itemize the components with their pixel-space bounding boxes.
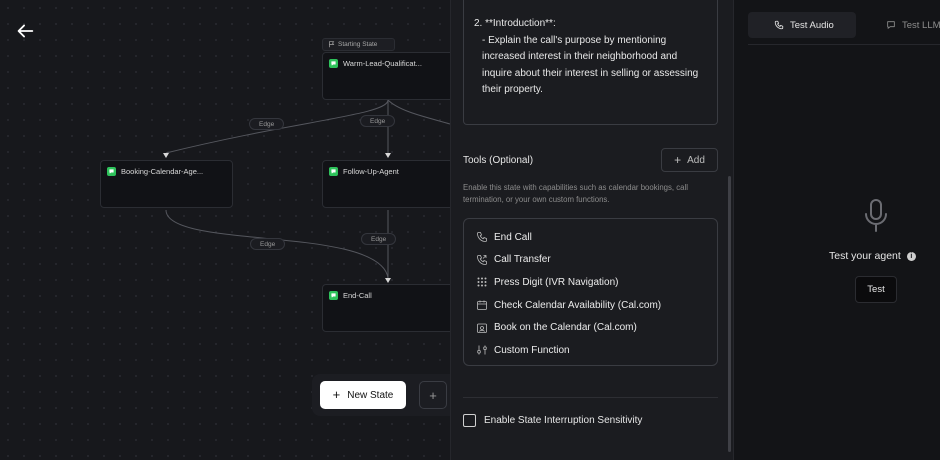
interruption-sensitivity-label: Enable State Interruption Sensitivity — [484, 415, 643, 426]
tabs-underline — [748, 44, 940, 45]
tool-label: Book on the Calendar (Cal.com) — [494, 322, 637, 334]
chat-bubble-icon — [329, 59, 338, 68]
edge-label[interactable]: Edge — [249, 118, 285, 130]
state-node-warm-lead[interactable]: Warm-Lead-Qualificat... — [322, 52, 450, 100]
divider — [463, 397, 718, 398]
canvas-toolbar: + New State + — [312, 374, 450, 416]
tab-label: Test LLM — [902, 19, 940, 31]
add-tool-label: Add — [687, 154, 705, 166]
interruption-sensitivity-checkbox[interactable] — [463, 414, 476, 427]
node-label: Follow-Up-Agent — [343, 167, 399, 176]
prompt-heading: 2. **Introduction**: — [474, 18, 556, 29]
new-state-button[interactable]: + New State — [320, 381, 406, 409]
phone-icon — [774, 20, 784, 30]
chat-bubble-icon — [329, 167, 338, 176]
test-tabs: Test Audio Test LLM — [748, 12, 940, 38]
starting-state-label: Starting State — [338, 41, 378, 48]
calendar-book-icon — [477, 323, 487, 333]
tool-label: Check Calendar Availability (Cal.com) — [494, 299, 662, 311]
tool-label: End Call — [494, 231, 532, 243]
new-state-label: New State — [347, 389, 394, 401]
tool-call-transfer[interactable]: Call Transfer — [476, 249, 717, 272]
tools-title: Tools (Optional) — [463, 155, 534, 166]
test-agent-heading: Test your agent i — [829, 250, 916, 262]
tab-test-audio[interactable]: Test Audio — [748, 12, 856, 38]
plus-icon: + — [674, 153, 682, 167]
plus-icon: + — [332, 387, 341, 402]
tools-description: Enable this state with capabilities such… — [463, 183, 688, 204]
tab-label: Test Audio — [790, 19, 834, 31]
state-node-booking-calendar[interactable]: Booking-Calendar-Age... — [100, 160, 233, 208]
keypad-icon — [477, 277, 487, 287]
add-node-button[interactable]: + — [419, 381, 447, 409]
starting-state-tag: Starting State — [322, 38, 395, 51]
flow-canvas[interactable]: Starting State Warm-Lead-Qualificat... B… — [0, 0, 450, 460]
tool-check-calendar[interactable]: Check Calendar Availability (Cal.com) — [476, 294, 717, 317]
tool-press-digit[interactable]: Press Digit (IVR Navigation) — [476, 271, 717, 294]
tab-test-llm[interactable]: Test LLM — [856, 12, 940, 38]
editor-scrollbar[interactable] — [728, 176, 731, 452]
node-label: End-Call — [343, 291, 372, 300]
tools-list: End Call Call Transfer Press Digit (IVR … — [463, 218, 718, 366]
tool-label: Press Digit (IVR Navigation) — [494, 276, 619, 288]
state-node-follow-up[interactable]: Follow-Up-Agent — [322, 160, 450, 208]
back-button[interactable] — [14, 20, 36, 42]
test-panel: Test Audio Test LLM Test your agent i Te… — [733, 0, 940, 460]
tool-label: Custom Function — [494, 344, 570, 356]
flag-icon — [329, 41, 335, 48]
tool-book-calendar[interactable]: Book on the Calendar (Cal.com) — [476, 316, 717, 339]
arrow-left-icon — [17, 24, 34, 38]
phone-icon — [477, 232, 487, 243]
prompt-textarea[interactable]: 2. **Introduction**: - Explain the call'… — [463, 0, 718, 125]
state-node-end-call[interactable]: End-Call — [322, 284, 450, 332]
info-icon[interactable]: i — [906, 251, 916, 261]
calendar-icon — [477, 300, 487, 310]
node-label: Booking-Calendar-Age... — [121, 167, 204, 176]
chat-icon — [887, 21, 895, 29]
tool-end-call[interactable]: End Call — [476, 226, 717, 249]
edge-label[interactable]: Edge — [360, 115, 396, 127]
edge-label[interactable]: Edge — [250, 238, 286, 250]
chat-bubble-icon — [107, 167, 116, 176]
chat-bubble-icon — [329, 291, 338, 300]
state-editor-panel: 2. **Introduction**: - Explain the call'… — [450, 0, 733, 460]
edge-label[interactable]: Edge — [361, 233, 397, 245]
add-tool-button[interactable]: + Add — [661, 148, 718, 172]
test-agent-label: Test your agent — [829, 250, 901, 262]
tool-label: Call Transfer — [494, 254, 551, 266]
test-button[interactable]: Test — [855, 276, 897, 303]
interruption-sensitivity-row: Enable State Interruption Sensitivity — [463, 414, 642, 427]
sliders-icon — [477, 345, 487, 355]
phone-forward-icon — [477, 254, 487, 265]
microphone-icon — [865, 199, 887, 232]
tool-custom-function[interactable]: Custom Function — [476, 339, 717, 362]
node-label: Warm-Lead-Qualificat... — [343, 59, 422, 68]
prompt-body: - Explain the call's purpose by mentioni… — [482, 34, 699, 96]
